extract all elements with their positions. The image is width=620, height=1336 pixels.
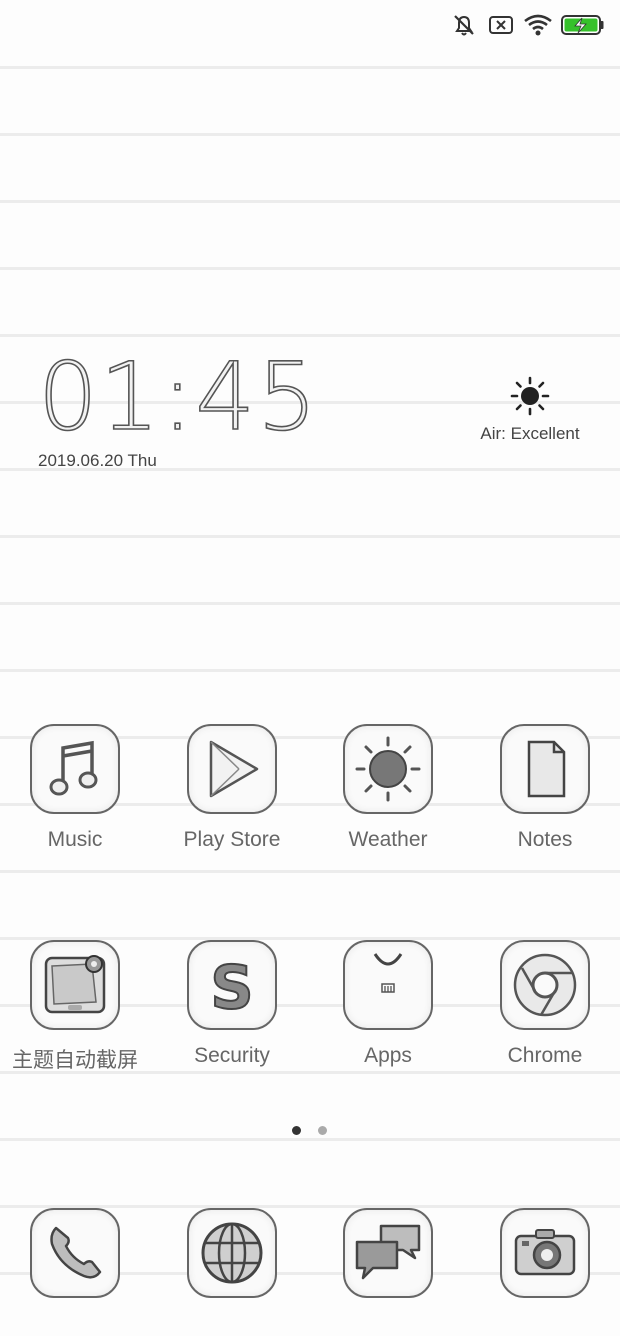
clock-time: 01:45 bbox=[37, 343, 319, 452]
app-weather[interactable]: Weather bbox=[310, 724, 466, 852]
app-label: Chrome bbox=[507, 1044, 583, 1067]
theme-screenshot-icon bbox=[30, 940, 120, 1030]
app-apps[interactable]: Apps bbox=[310, 940, 466, 1068]
app-label: Security bbox=[194, 1044, 270, 1067]
play-store-icon bbox=[187, 724, 277, 814]
no-sim-icon bbox=[488, 12, 514, 43]
page-dot-active[interactable] bbox=[292, 1126, 301, 1135]
mi-apps-bag-icon bbox=[343, 940, 433, 1030]
app-theme-screenshot[interactable]: 主题自动截屏 bbox=[0, 940, 153, 1074]
dock-phone[interactable] bbox=[0, 1208, 153, 1298]
weather-widget[interactable]: Air: Excellent bbox=[470, 374, 590, 444]
wifi-icon bbox=[522, 12, 554, 43]
svg-text:S: S bbox=[210, 953, 253, 1023]
chrome-icon bbox=[500, 940, 590, 1030]
app-play-store[interactable]: Play Store bbox=[154, 724, 310, 852]
battery-charging-icon bbox=[560, 12, 606, 43]
page-indicator bbox=[292, 1126, 336, 1136]
clock-widget[interactable]: 01:45 bbox=[37, 343, 338, 452]
weather-sun-icon bbox=[343, 724, 433, 814]
mute-bell-icon bbox=[450, 12, 478, 43]
app-label: Apps bbox=[364, 1044, 412, 1067]
app-label: Notes bbox=[517, 828, 573, 851]
page-dot[interactable] bbox=[318, 1126, 327, 1135]
air-quality-label: Air: Excellent bbox=[480, 424, 580, 443]
app-label: Weather bbox=[348, 828, 428, 851]
camera-icon bbox=[500, 1208, 590, 1298]
messages-icon bbox=[343, 1208, 433, 1298]
phone-icon bbox=[30, 1208, 120, 1298]
music-note-icon bbox=[30, 724, 120, 814]
clock-date: 2019.06.20 Thu bbox=[38, 451, 157, 470]
app-music[interactable]: Music bbox=[0, 724, 153, 852]
app-security[interactable]: S Security bbox=[154, 940, 310, 1068]
status-bar bbox=[450, 8, 620, 42]
app-label: Play Store bbox=[183, 828, 281, 851]
dock-messages[interactable] bbox=[310, 1208, 466, 1298]
browser-globe-icon bbox=[187, 1208, 277, 1298]
notes-icon bbox=[500, 724, 590, 814]
security-shield-icon: S bbox=[187, 940, 277, 1030]
sun-icon bbox=[470, 374, 590, 418]
app-notes[interactable]: Notes bbox=[467, 724, 620, 852]
app-label: 主题自动截屏 bbox=[12, 1049, 138, 1072]
app-chrome[interactable]: Chrome bbox=[467, 940, 620, 1068]
dock-browser[interactable] bbox=[154, 1208, 310, 1298]
dock-camera[interactable] bbox=[467, 1208, 620, 1298]
app-label: Music bbox=[47, 828, 103, 851]
